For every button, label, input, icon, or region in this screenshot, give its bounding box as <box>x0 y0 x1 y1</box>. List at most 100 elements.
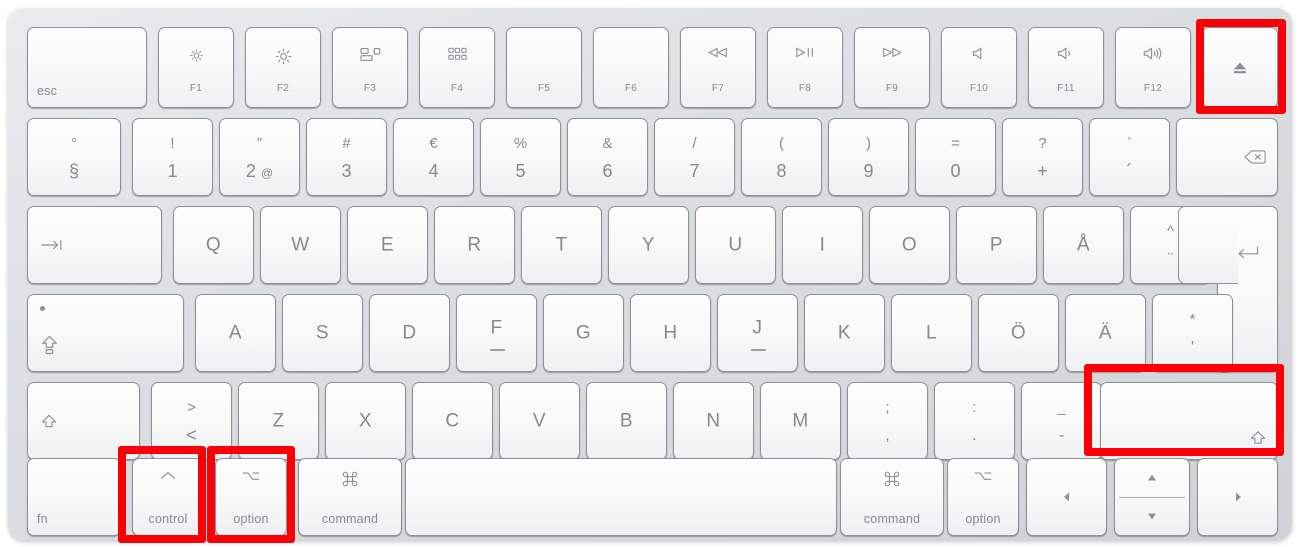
key-section[interactable]: ° § <box>27 118 121 196</box>
key-tab[interactable] <box>27 206 162 284</box>
key-f9[interactable]: F9 <box>854 27 930 108</box>
key-d[interactable]: D <box>369 294 450 372</box>
key-8-upper: ( <box>779 134 784 152</box>
key-return-upper[interactable] <box>1178 206 1238 284</box>
key-1[interactable]: ! 1 <box>132 118 213 196</box>
key-s-label: S <box>315 322 330 344</box>
capslock-icon <box>41 335 58 355</box>
key-e[interactable]: E <box>347 206 428 284</box>
arrow-down-icon[interactable] <box>1115 497 1189 535</box>
fast-forward-icon <box>855 47 929 58</box>
key-f6[interactable]: F6 <box>593 27 669 108</box>
key-1-upper: ! <box>170 134 175 152</box>
key-right-shift[interactable] <box>1100 382 1278 460</box>
key-n[interactable]: N <box>673 382 754 460</box>
key-w[interactable]: W <box>260 206 341 284</box>
key-3[interactable]: # 3 <box>306 118 387 196</box>
key-m-label: M <box>792 410 809 432</box>
key-section-lower: § <box>68 160 79 181</box>
key-arrow-right[interactable] <box>1197 458 1278 536</box>
key-5-lower: 5 <box>515 160 526 181</box>
key-c[interactable]: C <box>412 382 493 460</box>
arrow-up-icon[interactable] <box>1115 459 1189 497</box>
key-6-upper: & <box>602 134 613 152</box>
key-plus[interactable]: ? + <box>1002 118 1083 196</box>
key-f12[interactable]: F12 <box>1115 27 1191 108</box>
key-5[interactable]: % 5 <box>480 118 561 196</box>
key-6[interactable]: & 6 <box>567 118 648 196</box>
key-x[interactable]: X <box>325 382 406 460</box>
key-f12-label: F12 <box>1143 82 1163 94</box>
key-t[interactable]: T <box>521 206 602 284</box>
key-h[interactable]: H <box>630 294 711 372</box>
key-fn[interactable]: fn <box>27 458 121 536</box>
key-a[interactable]: A <box>195 294 276 372</box>
key-capslock[interactable] <box>27 294 184 372</box>
key-eject[interactable] <box>1202 27 1278 108</box>
key-p[interactable]: P <box>956 206 1037 284</box>
key-minus[interactable]: _ - <box>1021 382 1102 460</box>
key-9[interactable]: ) 9 <box>828 118 909 196</box>
key-i[interactable]: I <box>782 206 863 284</box>
key-acute[interactable]: ` ´ <box>1089 118 1170 196</box>
key-i-label: I <box>819 234 826 256</box>
key-comma[interactable]: ; , <box>847 382 928 460</box>
key-q[interactable]: Q <box>173 206 254 284</box>
key-arrow-up-down[interactable] <box>1114 458 1190 536</box>
key-7[interactable]: / 7 <box>654 118 735 196</box>
control-caret-icon <box>133 471 203 480</box>
volume-up-icon <box>1116 47 1190 60</box>
key-f4[interactable]: F4 <box>419 27 495 108</box>
key-aumlaut[interactable]: Ä <box>1065 294 1146 372</box>
key-u[interactable]: U <box>695 206 776 284</box>
key-o[interactable]: O <box>869 206 950 284</box>
key-j[interactable]: J <box>717 294 798 372</box>
key-f1[interactable]: F1 <box>158 27 234 108</box>
key-delete[interactable] <box>1176 118 1278 196</box>
key-period[interactable]: : . <box>934 382 1015 460</box>
key-command-right[interactable]: command <box>840 458 944 536</box>
key-apostrophe[interactable]: * ' <box>1152 294 1233 372</box>
key-f8[interactable]: F8 <box>767 27 843 108</box>
key-f11[interactable]: F11 <box>1028 27 1104 108</box>
key-4[interactable]: € 4 <box>393 118 474 196</box>
key-2[interactable]: ” 2 @ <box>219 118 300 196</box>
key-option-right[interactable]: option <box>947 458 1019 536</box>
key-f2[interactable]: F2 <box>245 27 321 108</box>
key-n-label: N <box>706 410 721 432</box>
key-b[interactable]: B <box>586 382 667 460</box>
key-left-shift[interactable] <box>27 382 140 460</box>
key-f7[interactable]: F7 <box>680 27 756 108</box>
key-m[interactable]: M <box>760 382 841 460</box>
key-r[interactable]: R <box>434 206 515 284</box>
key-arrow-left[interactable] <box>1026 458 1107 536</box>
key-f5[interactable]: F5 <box>506 27 582 108</box>
key-y[interactable]: Y <box>608 206 689 284</box>
key-g-label: G <box>575 322 592 344</box>
key-g[interactable]: G <box>543 294 624 372</box>
key-s[interactable]: S <box>282 294 363 372</box>
key-v[interactable]: V <box>499 382 580 460</box>
key-l[interactable]: L <box>891 294 972 372</box>
key-k[interactable]: K <box>804 294 885 372</box>
key-return-seam <box>1214 207 1222 283</box>
key-r-label: R <box>467 234 482 256</box>
key-k-label: K <box>837 322 852 344</box>
key-command-left[interactable]: command <box>298 458 402 536</box>
key-f3[interactable]: F3 <box>332 27 408 108</box>
key-8[interactable]: ( 8 <box>741 118 822 196</box>
key-oumlaut[interactable]: Ö <box>978 294 1059 372</box>
key-f[interactable]: F <box>456 294 537 372</box>
key-esc[interactable]: esc <box>27 27 147 108</box>
tab-icon <box>41 239 64 251</box>
key-z[interactable]: Z <box>238 382 319 460</box>
key-option-left[interactable]: option <box>215 458 287 536</box>
key-space[interactable] <box>405 458 837 536</box>
capslock-indicator <box>40 306 45 311</box>
key-aring[interactable]: Å <box>1043 206 1124 284</box>
key-1-lower: 1 <box>167 160 178 181</box>
key-control[interactable]: control <box>132 458 204 536</box>
key-less-greater[interactable]: > < <box>151 382 232 460</box>
key-f10[interactable]: F10 <box>941 27 1017 108</box>
key-0[interactable]: = 0 <box>915 118 996 196</box>
